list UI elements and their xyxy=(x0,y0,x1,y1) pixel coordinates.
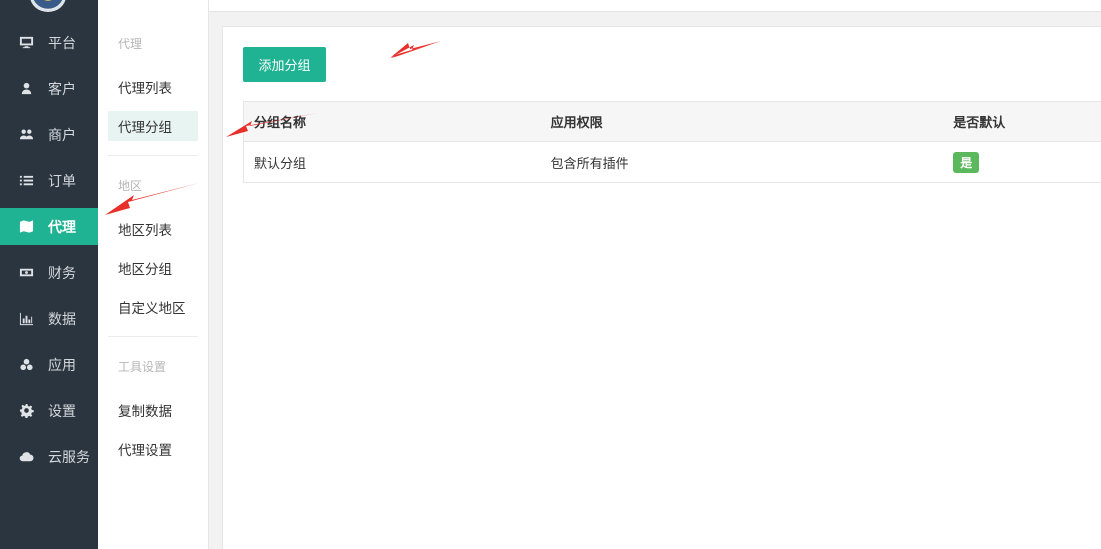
logo xyxy=(30,0,66,12)
submenu-item-agent-group[interactable]: 代理分组 xyxy=(108,111,198,141)
gear-icon xyxy=(18,403,34,419)
submenu-heading-agent: 代理 xyxy=(118,37,143,51)
user-icon xyxy=(18,81,34,97)
money-icon xyxy=(18,265,34,281)
submenu-item-agent-settings[interactable]: 代理设置 xyxy=(108,434,198,464)
submenu-item-region-group[interactable]: 地区分组 xyxy=(108,253,198,283)
add-group-button[interactable]: 添加分组 xyxy=(243,47,326,82)
list-icon xyxy=(18,173,34,189)
group-table: 分组名称 应用权限 是否默认 默认分组 包含所有插件 是 xyxy=(243,101,1101,183)
table-row[interactable]: 默认分组 包含所有插件 是 xyxy=(244,142,1101,182)
nav-item-merchant[interactable]: 商户 xyxy=(0,116,98,153)
column-header-default[interactable]: 是否默认 xyxy=(943,112,1101,131)
nav-label: 设置 xyxy=(48,403,76,420)
content-panel: 添加分组 分组名称 应用权限 是否默认 默认分组 包含所有插件 是 xyxy=(222,26,1101,549)
nav-label: 财务 xyxy=(48,265,76,282)
default-status-badge: 是 xyxy=(953,151,980,173)
cloud-icon xyxy=(18,449,34,465)
nav-label: 云服务 xyxy=(48,449,90,466)
nav-label: 平台 xyxy=(48,35,76,52)
submenu-item-custom-region[interactable]: 自定义地区 xyxy=(108,292,198,322)
sub-menu: 代理 代理列表 代理分组 地区 地区列表 地区分组 自定义地区 工具设置 复制数… xyxy=(98,0,209,549)
nav-item-cloud[interactable]: 云服务 xyxy=(0,438,98,475)
divider xyxy=(108,336,198,337)
nav-item-platform[interactable]: 平台 xyxy=(0,24,98,61)
nav-label: 订单 xyxy=(48,173,76,190)
top-bar xyxy=(209,0,1101,12)
nav-item-settings[interactable]: 设置 xyxy=(0,392,98,429)
bar-chart-icon xyxy=(18,311,34,327)
default-cell: 是 xyxy=(943,151,1101,173)
monitor-icon xyxy=(18,35,34,51)
nav-item-data[interactable]: 数据 xyxy=(0,300,98,337)
nav-label: 应用 xyxy=(48,357,76,374)
divider xyxy=(108,155,198,156)
nav-item-apps[interactable]: 应用 xyxy=(0,346,98,383)
nav-item-customer[interactable]: 客户 xyxy=(0,70,98,107)
nav-label: 数据 xyxy=(48,311,76,328)
submenu-heading-region: 地区 xyxy=(118,179,143,193)
submenu-item-agent-list[interactable]: 代理列表 xyxy=(108,72,198,102)
group-name-cell: 默认分组 xyxy=(254,156,307,172)
submenu-heading-tools: 工具设置 xyxy=(118,360,167,374)
nav-label: 代理 xyxy=(48,219,76,236)
submenu-item-region-list[interactable]: 地区列表 xyxy=(108,214,198,244)
map-icon xyxy=(18,219,34,235)
submenu-item-copy-data[interactable]: 复制数据 xyxy=(108,395,198,425)
users-icon xyxy=(18,127,34,143)
nav-label: 商户 xyxy=(48,127,76,144)
cubes-icon xyxy=(18,357,34,373)
main-sidebar: 平台 客户 商户 订单 代理 财务 数据 应用 设置 云服务 xyxy=(0,0,98,549)
column-header-permission[interactable]: 应用权限 xyxy=(541,112,944,131)
permission-cell: 包含所有插件 xyxy=(550,156,629,172)
nav-item-agent[interactable]: 代理 xyxy=(0,208,98,245)
table-header: 分组名称 应用权限 是否默认 xyxy=(244,102,1101,142)
nav-item-finance[interactable]: 财务 xyxy=(0,254,98,291)
nav-item-order[interactable]: 订单 xyxy=(0,162,98,199)
column-header-name[interactable]: 分组名称 xyxy=(244,112,541,131)
nav-label: 客户 xyxy=(48,81,76,98)
